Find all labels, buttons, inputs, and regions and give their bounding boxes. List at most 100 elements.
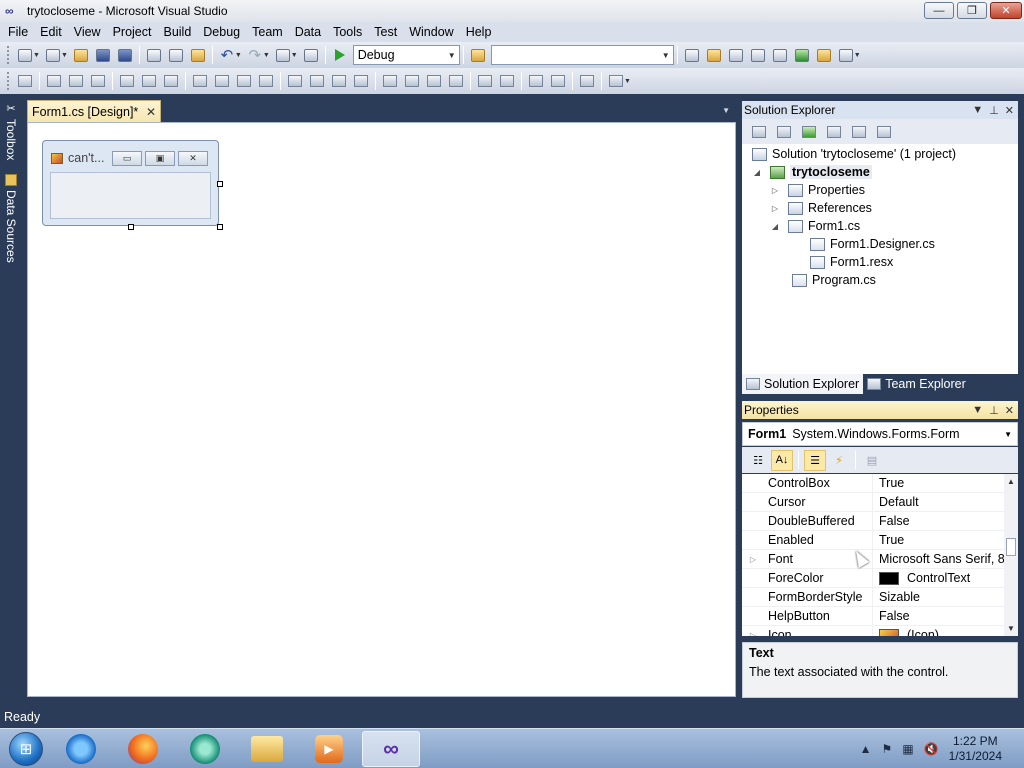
tree-item-properties[interactable]: ▷ Properties bbox=[770, 181, 865, 199]
designed-form[interactable]: can't... ▭ ▣ ✕ bbox=[42, 140, 223, 230]
make-same-width-button[interactable] bbox=[189, 71, 211, 91]
center-horizontally-button[interactable] bbox=[474, 71, 496, 91]
send-to-back-button[interactable] bbox=[547, 71, 569, 91]
property-row[interactable]: ▷ Font Microsoft Sans Serif, 8... bbox=[742, 549, 1004, 569]
menu-window[interactable]: Window bbox=[403, 25, 459, 39]
menu-edit[interactable]: Edit bbox=[34, 25, 68, 39]
property-grid-scrollbar[interactable]: ▲ ▼ bbox=[1004, 474, 1018, 636]
chevron-down-icon[interactable]: ▼ bbox=[854, 52, 861, 59]
align-centers-button[interactable] bbox=[65, 71, 87, 91]
menu-debug[interactable]: Debug bbox=[197, 25, 246, 39]
make-same-size-button[interactable] bbox=[255, 71, 277, 91]
chevron-down-icon[interactable]: ▼ bbox=[972, 404, 983, 417]
tree-item-form1[interactable]: ◢ Form1.cs bbox=[770, 217, 860, 235]
menu-data[interactable]: Data bbox=[289, 25, 327, 39]
object-browser-button[interactable] bbox=[725, 45, 747, 65]
view-class-diagram-button[interactable] bbox=[873, 121, 895, 142]
toolbar-grip[interactable] bbox=[7, 46, 11, 64]
menu-tools[interactable]: Tools bbox=[327, 25, 368, 39]
align-middles-button[interactable] bbox=[138, 71, 160, 91]
property-value[interactable]: (Icon) bbox=[873, 628, 1004, 636]
property-row[interactable]: HelpButton False bbox=[742, 606, 1004, 626]
view-code-button[interactable] bbox=[823, 121, 845, 142]
horizontal-spacing-remove-button[interactable] bbox=[350, 71, 372, 91]
property-pages-button[interactable]: ▤ bbox=[861, 450, 883, 471]
form-designer-surface[interactable]: can't... ▭ ▣ ✕ bbox=[27, 122, 736, 697]
collapse-arrow-icon[interactable]: ◢ bbox=[770, 222, 780, 231]
expand-arrow-icon[interactable]: ▷ bbox=[742, 631, 764, 637]
collapse-arrow-icon[interactable]: ◢ bbox=[752, 168, 762, 177]
object-selector-dropdown[interactable]: Form1 System.Windows.Forms.Form ▼ bbox=[742, 422, 1018, 446]
toolbox-button[interactable] bbox=[747, 45, 769, 65]
align-to-grid-button[interactable] bbox=[14, 71, 36, 91]
close-icon[interactable]: ✕ bbox=[1005, 404, 1014, 417]
property-row[interactable]: FormBorderStyle Sizable bbox=[742, 587, 1004, 607]
align-tops-button[interactable] bbox=[116, 71, 138, 91]
property-value[interactable]: False bbox=[873, 609, 1004, 623]
property-value[interactable]: False bbox=[873, 514, 1004, 528]
tab-order-button[interactable] bbox=[576, 71, 598, 91]
horizontal-spacing-equal-button[interactable] bbox=[284, 71, 306, 91]
tree-item-project[interactable]: ◢ trytocloseme bbox=[752, 163, 872, 181]
property-row[interactable]: ▷ Icon (Icon) bbox=[742, 625, 1004, 637]
expand-arrow-icon[interactable]: ▷ bbox=[770, 186, 780, 195]
properties-window-button[interactable] bbox=[703, 45, 725, 65]
events-button[interactable]: ⚡ bbox=[828, 450, 850, 471]
team-explorer-button[interactable] bbox=[813, 45, 835, 65]
chevron-down-icon[interactable]: ▼ bbox=[235, 52, 242, 59]
resize-handle-right[interactable] bbox=[217, 181, 223, 187]
copy-button[interactable] bbox=[165, 45, 187, 65]
toolbox-tab[interactable]: ✂ Toolbox bbox=[2, 102, 20, 160]
refresh-button[interactable] bbox=[798, 121, 820, 142]
properties-view-button[interactable]: ☰ bbox=[804, 449, 826, 471]
tree-item-program[interactable]: Program.cs bbox=[792, 271, 876, 289]
data-sources-tab[interactable]: Data Sources bbox=[2, 174, 20, 263]
form-client-area[interactable] bbox=[50, 172, 211, 219]
menu-team[interactable]: Team bbox=[246, 25, 289, 39]
taskbar-visual-studio[interactable]: ∞ bbox=[362, 730, 420, 767]
network-icon[interactable]: ▦ bbox=[902, 742, 913, 756]
maximize-button[interactable]: ❐ bbox=[957, 2, 987, 19]
chevron-down-icon[interactable]: ▼ bbox=[291, 52, 298, 59]
action-center-flag-icon[interactable]: ⚑ bbox=[882, 742, 893, 756]
make-same-height-button[interactable] bbox=[233, 71, 255, 91]
tree-item-solution[interactable]: Solution 'trytocloseme' (1 project) bbox=[752, 145, 956, 163]
start-debugging-button[interactable] bbox=[329, 45, 351, 65]
taskbar-app[interactable] bbox=[176, 731, 234, 767]
vertical-spacing-equal-button[interactable] bbox=[379, 71, 401, 91]
chevron-down-icon[interactable]: ▼ bbox=[972, 104, 983, 117]
menu-file[interactable]: File bbox=[2, 25, 34, 39]
menu-project[interactable]: Project bbox=[107, 25, 158, 39]
paste-button[interactable] bbox=[187, 45, 209, 65]
resize-handle-bottom[interactable] bbox=[128, 224, 134, 230]
tree-item-references[interactable]: ▷ References bbox=[770, 199, 872, 217]
find-dropdown[interactable]: ▼ bbox=[490, 45, 674, 65]
show-hidden-icons-icon[interactable]: ▲ bbox=[860, 742, 872, 756]
close-icon[interactable]: ✕ bbox=[1005, 104, 1014, 117]
solution-configuration-dropdown[interactable]: Debug ▼ bbox=[352, 45, 460, 65]
bring-to-front-button[interactable] bbox=[525, 71, 547, 91]
navigate-forward-button[interactable] bbox=[300, 45, 322, 65]
clock[interactable]: 1:22 PM 1/31/2024 bbox=[949, 734, 1002, 764]
scroll-down-icon[interactable]: ▼ bbox=[1007, 624, 1015, 633]
property-value[interactable]: Default bbox=[873, 495, 1004, 509]
tab-solution-explorer[interactable]: Solution Explorer bbox=[742, 374, 864, 394]
show-all-files-button[interactable] bbox=[773, 121, 795, 142]
property-row[interactable]: ForeColor ControlText bbox=[742, 568, 1004, 588]
tree-item-form1-designer[interactable]: Form1.Designer.cs bbox=[810, 235, 935, 253]
solution-explorer-button[interactable] bbox=[681, 45, 703, 65]
toolbar-grip[interactable] bbox=[7, 72, 11, 90]
tab-form1-design[interactable]: Form1.cs [Design]* ✕ bbox=[27, 100, 161, 122]
chevron-down-icon[interactable]: ▼ bbox=[722, 106, 730, 115]
vertical-spacing-increase-button[interactable] bbox=[401, 71, 423, 91]
view-designer-button[interactable] bbox=[848, 121, 870, 142]
property-row[interactable]: Cursor Default bbox=[742, 492, 1004, 512]
property-value[interactable]: Microsoft Sans Serif, 8... bbox=[873, 552, 1004, 566]
vertical-spacing-decrease-button[interactable] bbox=[423, 71, 445, 91]
menu-view[interactable]: View bbox=[68, 25, 107, 39]
property-value[interactable]: ControlText bbox=[873, 571, 1004, 585]
resize-handle-corner[interactable] bbox=[217, 224, 223, 230]
center-vertically-button[interactable] bbox=[496, 71, 518, 91]
size-to-grid-button[interactable] bbox=[211, 71, 233, 91]
pin-icon[interactable]: ⊥ bbox=[989, 404, 999, 417]
